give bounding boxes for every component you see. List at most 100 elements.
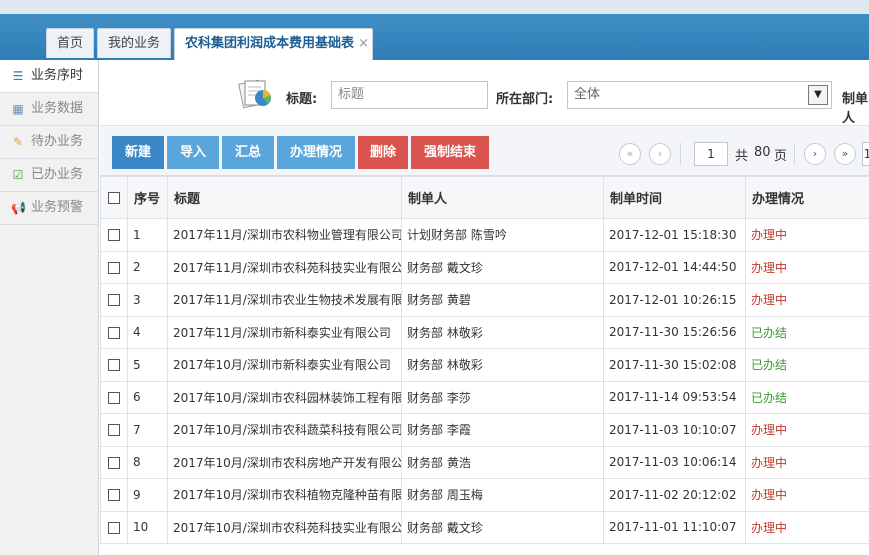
page-input[interactable]: 1: [694, 142, 728, 166]
dept-select-value: 全体: [574, 87, 601, 102]
select-all-checkbox[interactable]: [108, 191, 120, 204]
table-row[interactable]: 4 2017年11月/深圳市新科泰实业有限公司 财务部 林敬彩 2017-11-30 …: [100, 315, 869, 349]
row-checkbox[interactable]: [108, 456, 120, 469]
row-title-link[interactable]: 2017年11月/深圳市农业生物技术发展有限公司: [167, 283, 402, 317]
page-size-input[interactable]: 1: [862, 142, 869, 166]
row-checkbox[interactable]: [108, 326, 120, 339]
summary-button[interactable]: 汇总: [222, 136, 274, 169]
row-title-link[interactable]: 2017年10月/深圳市农科房地产开发有限公司: [167, 445, 402, 479]
title-label: 标题:: [286, 92, 318, 107]
col-header-no: 序号: [127, 176, 168, 219]
close-icon[interactable]: ×: [358, 29, 369, 59]
row-time: 2017-12-01 14:44:50: [603, 250, 746, 284]
sidebar-item-todo[interactable]: ✎ 待办业务: [0, 126, 98, 159]
col-header-title: 标题: [167, 176, 402, 219]
row-checkbox-cell[interactable]: [100, 478, 128, 512]
sidebar: ☰ 业务序时 ▦ 业务数据 ✎ 待办业务 ☑ 已办业务 📢 业务预警: [0, 60, 99, 555]
table-row[interactable]: 9 2017年10月/深圳市农科植物克隆种苗有限公司 财务部 周玉梅 2017-11-…: [100, 478, 869, 512]
row-time: 2017-12-01 10:26:15: [603, 283, 746, 317]
dept-select[interactable]: 全体 ▼: [567, 81, 832, 109]
row-time: 2017-11-03 10:10:07: [603, 413, 746, 447]
last-page-icon[interactable]: »: [834, 143, 856, 165]
row-title-link[interactable]: 2017年11月/深圳市农科苑科技实业有限公司: [167, 250, 402, 284]
row-checkbox-cell[interactable]: [100, 218, 128, 252]
megaphone-icon: 📢: [11, 201, 26, 215]
grid-icon: ▦: [12, 102, 24, 116]
row-checkbox-cell[interactable]: [100, 348, 128, 382]
row-creator: 财务部 戴文珍: [401, 250, 604, 284]
table-row[interactable]: 1 2017年11月/深圳市农科物业管理有限公司 计划财务部 陈雪吟 2017-12-…: [100, 218, 869, 252]
row-checkbox[interactable]: [108, 261, 120, 274]
prev-page-icon[interactable]: ‹: [649, 143, 671, 165]
first-page-icon[interactable]: «: [619, 143, 641, 165]
row-title-link[interactable]: 2017年10月/深圳市农科植物克隆种苗有限公司: [167, 478, 402, 512]
row-creator: 计划财务部 陈雪吟: [401, 218, 604, 252]
tab-home[interactable]: 首页: [46, 28, 95, 58]
row-title-link[interactable]: 2017年10月/深圳市农科园林装饰工程有限公司: [167, 380, 402, 414]
row-status: 办理中: [745, 445, 869, 479]
table-row[interactable]: 6 2017年10月/深圳市农科园林装饰工程有限公司 财务部 李莎 2017-11-1…: [100, 380, 869, 414]
row-checkbox[interactable]: [108, 521, 120, 534]
tab-cost-table[interactable]: 农科集团利润成本费用基础表 ×: [174, 28, 374, 60]
row-no: 2: [127, 250, 168, 284]
row-checkbox[interactable]: [108, 424, 120, 437]
top-tab-bar: 首页 我的业务 农科集团利润成本费用基础表 ×: [0, 0, 869, 60]
tab-my-business[interactable]: 我的业务: [97, 28, 172, 58]
report-icon: [238, 79, 271, 109]
table-row[interactable]: 10 2017年10月/深圳市农科苑科技实业有限公司 财务部 戴文珍 2017-11-…: [100, 510, 869, 544]
sidebar-item-chronological[interactable]: ☰ 业务序时: [0, 60, 98, 93]
row-creator: 财务部 黄碧: [401, 283, 604, 317]
row-checkbox-cell[interactable]: [100, 380, 128, 414]
row-creator: 财务部 林敬彩: [401, 348, 604, 382]
row-time: 2017-11-30 15:26:56: [603, 315, 746, 349]
row-checkbox[interactable]: [108, 294, 120, 307]
row-creator: 财务部 周玉梅: [401, 478, 604, 512]
table-row[interactable]: 8 2017年10月/深圳市农科房地产开发有限公司 财务部 黄浩 2017-11-03…: [100, 445, 869, 479]
row-no: 8: [127, 445, 168, 479]
row-title-link[interactable]: 2017年10月/深圳市农科蔬菜科技有限公司: [167, 413, 402, 447]
chevron-down-icon[interactable]: ▼: [808, 85, 828, 105]
row-checkbox-cell[interactable]: [100, 250, 128, 284]
row-title-link[interactable]: 2017年10月/深圳市新科泰实业有限公司: [167, 348, 402, 382]
next-page-icon[interactable]: ›: [804, 143, 826, 165]
row-checkbox[interactable]: [108, 229, 120, 242]
row-checkbox-cell[interactable]: [100, 283, 128, 317]
row-checkbox-cell[interactable]: [100, 445, 128, 479]
force-end-button[interactable]: 强制结束: [411, 136, 489, 169]
row-status: 办理中: [745, 413, 869, 447]
progress-button[interactable]: 办理情况: [277, 136, 355, 169]
row-checkbox-cell[interactable]: [100, 510, 128, 544]
row-time: 2017-11-14 09:53:54: [603, 380, 746, 414]
sidebar-item-done[interactable]: ☑ 已办业务: [0, 159, 98, 192]
row-checkbox[interactable]: [108, 359, 120, 372]
row-title-link[interactable]: 2017年10月/深圳市农科苑科技实业有限公司: [167, 510, 402, 544]
row-time: 2017-11-03 10:06:14: [603, 445, 746, 479]
list-icon: ☰: [12, 69, 24, 83]
creator-label: 制单人: [842, 92, 869, 126]
title-input[interactable]: 标题: [331, 81, 488, 109]
row-time: 2017-11-02 20:12:02: [603, 478, 746, 512]
pager-total-suffix: 页: [774, 149, 788, 164]
select-all-checkbox-cell[interactable]: [100, 176, 128, 219]
sidebar-item-label: 已办业务: [31, 167, 84, 182]
table-row[interactable]: 3 2017年11月/深圳市农业生物技术发展有限公司 财务部 黄碧 2017-12-0…: [100, 283, 869, 317]
row-title-link[interactable]: 2017年11月/深圳市新科泰实业有限公司: [167, 315, 402, 349]
row-title-link[interactable]: 2017年11月/深圳市农科物业管理有限公司: [167, 218, 402, 252]
row-no: 9: [127, 478, 168, 512]
row-no: 5: [127, 348, 168, 382]
toolbar: 新建 导入 汇总 办理情况 删除 强制结束 « ‹ 1 共 80 页 › » 1: [100, 126, 869, 176]
row-checkbox-cell[interactable]: [100, 413, 128, 447]
table-row[interactable]: 2 2017年11月/深圳市农科苑科技实业有限公司 财务部 戴文珍 2017-12-0…: [100, 250, 869, 284]
sidebar-item-data[interactable]: ▦ 业务数据: [0, 93, 98, 126]
table-row[interactable]: 7 2017年10月/深圳市农科蔬菜科技有限公司 财务部 李霞 2017-11-03 …: [100, 413, 869, 447]
row-checkbox[interactable]: [108, 489, 120, 502]
row-checkbox-cell[interactable]: [100, 315, 128, 349]
import-button[interactable]: 导入: [167, 136, 219, 169]
sidebar-item-warning[interactable]: 📢 业务预警: [0, 192, 98, 225]
row-no: 4: [127, 315, 168, 349]
new-button[interactable]: 新建: [112, 136, 164, 169]
delete-button[interactable]: 删除: [358, 136, 408, 169]
row-checkbox[interactable]: [108, 391, 120, 404]
table-row[interactable]: 5 2017年10月/深圳市新科泰实业有限公司 财务部 林敬彩 2017-11-30 …: [100, 348, 869, 382]
pager-divider: [680, 143, 681, 165]
